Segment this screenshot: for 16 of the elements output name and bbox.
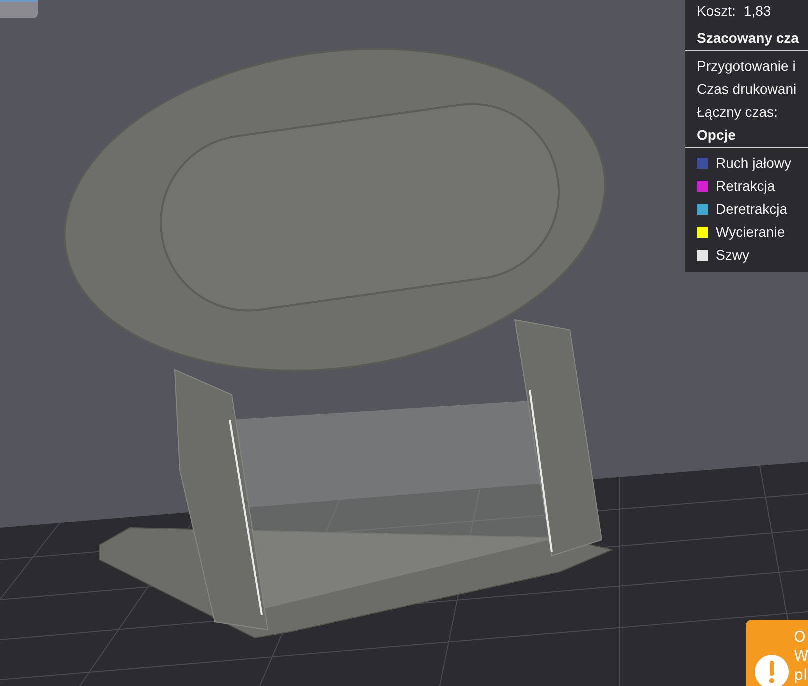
- notification-text: O: [794, 628, 806, 646]
- legend-label: Deretrakcja: [716, 200, 788, 219]
- time-label: Łączny czas:: [697, 104, 778, 120]
- legend-label: Ruch jałowy: [716, 154, 792, 173]
- time-label: Czas drukowani: [697, 81, 797, 97]
- time-label: Przygotowanie i: [697, 58, 796, 74]
- legend-label: Retrakcja: [716, 177, 776, 196]
- section-header: Szacowany cza: [697, 30, 799, 46]
- cost-label: Koszt:: [697, 2, 736, 21]
- toolbar-button[interactable]: [0, 0, 38, 18]
- cost-value: 1,83: [744, 2, 772, 21]
- section-header: Opcje: [697, 127, 736, 143]
- legend-label: Wycieranie: [716, 223, 786, 242]
- legend-label: Szwy: [716, 246, 750, 265]
- notification-text: W: [794, 647, 808, 665]
- notification-text: pl: [794, 666, 808, 684]
